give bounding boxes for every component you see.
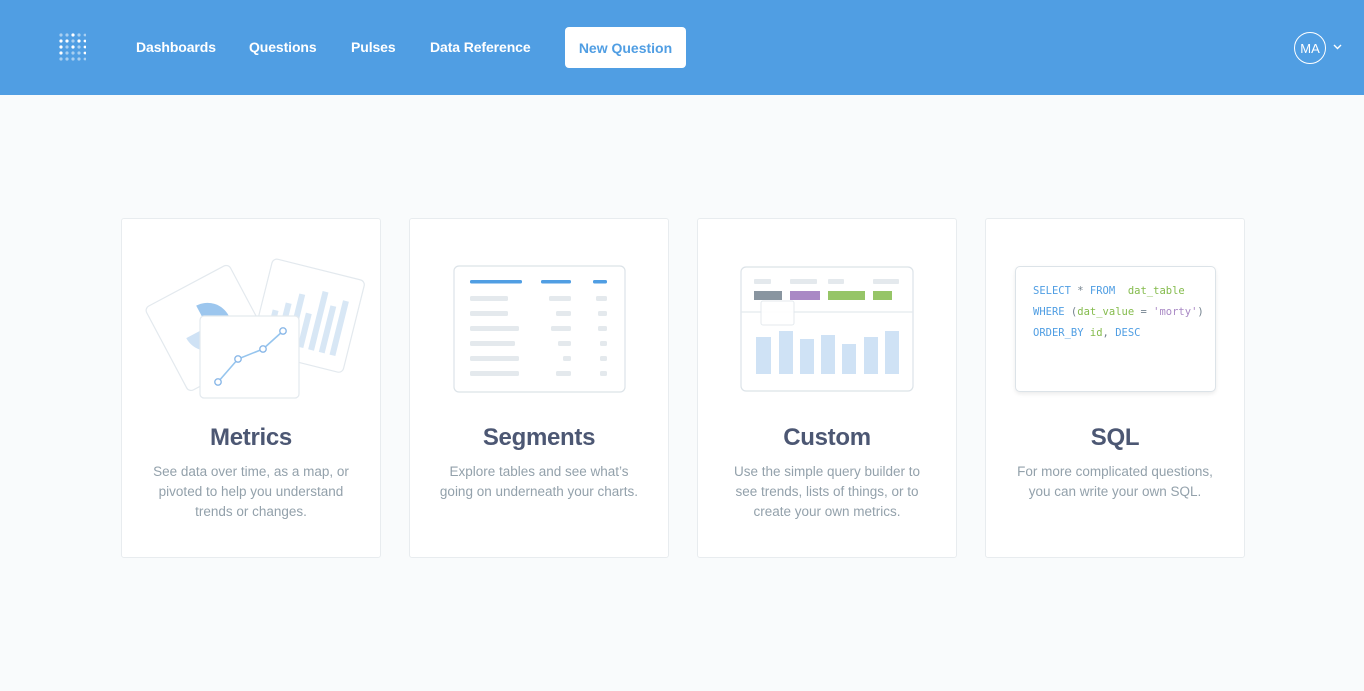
card-title: SQL: [1090, 424, 1140, 451]
sql-keyword: SELECT: [1033, 285, 1071, 297]
nav-dashboards[interactable]: Dashboards: [136, 39, 216, 55]
sql-operator: =: [1134, 306, 1154, 318]
sql-comma: ,: [1102, 327, 1116, 339]
sql-table-name: dat_table: [1115, 285, 1185, 297]
card-title: Custom: [783, 424, 871, 451]
card-description: See data over time, as a map, or pivoted…: [153, 464, 349, 519]
nav-pulses[interactable]: Pulses: [351, 39, 396, 55]
card-description: Explore tables and see what’s going on u…: [439, 464, 639, 499]
top-nav-bar: Dashboards Questions Pulses Data Referen…: [0, 0, 1364, 95]
sql-star: *: [1070, 285, 1090, 297]
custom-card[interactable]: Custom Use the simple query builder to s…: [697, 218, 957, 558]
sql-string: 'morty': [1153, 306, 1198, 318]
card-title: Metrics: [210, 424, 292, 451]
sql-card[interactable]: SELECT * FROM dat_table WHERE (dat_value…: [985, 218, 1245, 558]
metabase-logo-icon[interactable]: [58, 32, 86, 62]
sql-code-preview: SELECT * FROM dat_table WHERE (dat_value…: [1015, 266, 1216, 392]
sql-keyword: WHERE: [1033, 306, 1065, 318]
card-description: Use the simple query builder to see tren…: [733, 464, 921, 519]
sql-column: dat_value: [1077, 306, 1135, 318]
sql-paren: ): [1197, 306, 1204, 318]
nav-questions[interactable]: Questions: [249, 39, 317, 55]
segments-card[interactable]: Segments Explore tables and see what’s g…: [409, 218, 669, 558]
chevron-down-icon[interactable]: [1333, 44, 1342, 50]
sql-column: id: [1083, 327, 1103, 339]
sql-paren: (: [1064, 306, 1078, 318]
user-avatar[interactable]: MA: [1294, 32, 1326, 64]
custom-illustration: [740, 266, 914, 392]
card-title: Segments: [482, 424, 596, 451]
sql-keyword: DESC: [1115, 327, 1141, 339]
metrics-illustration: [145, 258, 365, 399]
segments-illustration: [453, 265, 626, 393]
sql-line-2: WHERE (dat_value = 'morty'): [1033, 306, 1204, 318]
sql-line-3: ORDER_BY id, DESC: [1033, 327, 1141, 339]
sql-line-1: SELECT * FROM dat_table: [1033, 285, 1185, 297]
metrics-card[interactable]: Metrics See data over time, as a map, or…: [121, 218, 381, 558]
new-question-button[interactable]: New Question: [565, 27, 686, 68]
sql-keyword: ORDER_BY: [1033, 327, 1084, 339]
sql-keyword: FROM: [1089, 285, 1116, 297]
card-description: For more complicated questions, you can …: [1017, 464, 1213, 499]
nav-data-reference[interactable]: Data Reference: [430, 39, 531, 55]
